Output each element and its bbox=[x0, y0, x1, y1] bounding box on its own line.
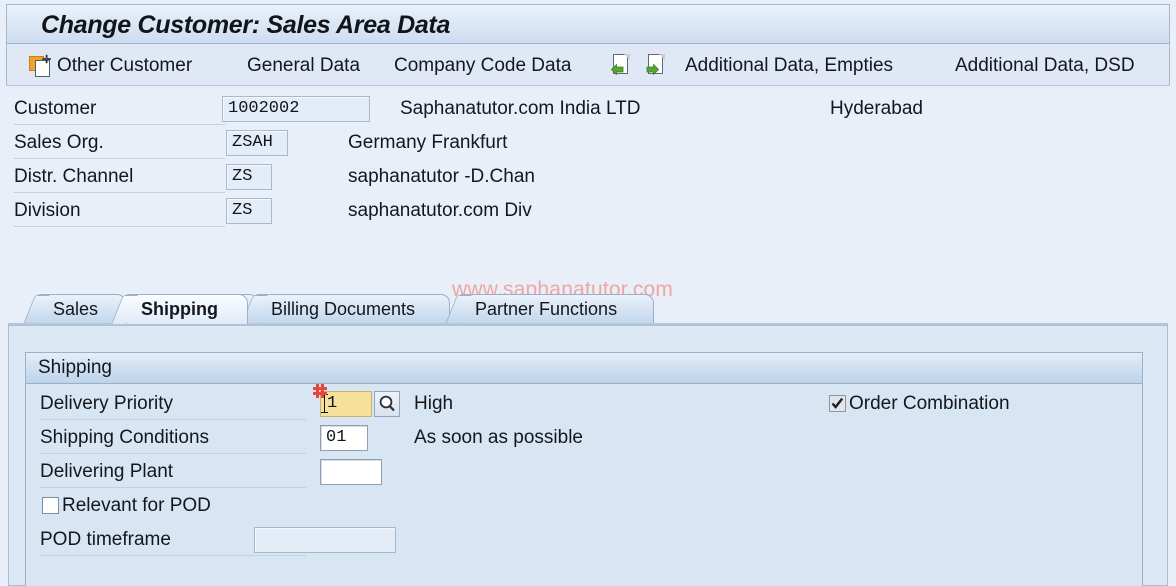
label-customer: Customer bbox=[14, 98, 97, 119]
distribution-channel-field[interactable]: ZS bbox=[226, 164, 272, 190]
label-distr-channel: Distr. Channel bbox=[14, 166, 134, 187]
toolbar-button-other-customer[interactable]: ✛ Other Customer bbox=[29, 44, 192, 86]
tab-label-shipping: Shipping bbox=[141, 299, 218, 319]
toolbar-label-company-code-data: Company Code Data bbox=[394, 54, 572, 76]
label-underline bbox=[14, 124, 225, 125]
label-underline bbox=[40, 555, 306, 556]
row-shipping-conditions: Shipping Conditions 01 As soon as possib… bbox=[26, 421, 1142, 455]
label-delivering-plant: Delivering Plant bbox=[40, 461, 174, 482]
relevant-for-pod-checkbox[interactable] bbox=[42, 497, 59, 514]
delivering-plant-input[interactable] bbox=[320, 459, 382, 485]
row-delivering-plant: Delivering Plant bbox=[26, 455, 1142, 489]
header-row-division: Division ZS saphanatutor.com Div bbox=[0, 194, 1176, 228]
toolbar-button-additional-data-dsd[interactable]: Additional Data, DSD bbox=[955, 44, 1135, 86]
sales-org-field[interactable]: ZSAH bbox=[226, 130, 288, 156]
arrow-left-glyph bbox=[611, 64, 624, 75]
shipping-conditions-description: As soon as possible bbox=[414, 427, 583, 448]
sap-screen: Change Customer: Sales Area Data ✛ Other… bbox=[0, 0, 1176, 586]
label-sales-org: Sales Org. bbox=[14, 132, 104, 153]
customer-name-text: Saphanatutor.com India LTD bbox=[400, 98, 641, 119]
label-shipping-conditions: Shipping Conditions bbox=[40, 427, 210, 448]
page-next-icon bbox=[646, 53, 668, 77]
label-underline bbox=[14, 226, 225, 227]
division-field[interactable]: ZS bbox=[226, 198, 272, 224]
other-customer-icon: ✛ bbox=[29, 54, 51, 77]
application-toolbar: ✛ Other Customer General Data Company Co… bbox=[6, 44, 1170, 86]
tab-shipping[interactable]: Shipping bbox=[126, 294, 248, 324]
header-row-sales-org: Sales Org. ZSAH Germany Frankfurt bbox=[0, 126, 1176, 160]
label-relevant-for-pod: Relevant for POD bbox=[62, 495, 211, 516]
pod-timeframe-input[interactable] bbox=[254, 527, 396, 553]
toolbar-label-additional-data-empties: Additional Data, Empties bbox=[685, 54, 894, 76]
window-title-bar: Change Customer: Sales Area Data bbox=[6, 4, 1170, 44]
tab-label-sales: Sales bbox=[53, 299, 99, 319]
toolbar-label-additional-data-dsd: Additional Data, DSD bbox=[955, 54, 1135, 76]
sales-org-description: Germany Frankfurt bbox=[348, 132, 508, 153]
order-combination-checkbox[interactable] bbox=[829, 395, 846, 412]
shipping-group-title: Shipping bbox=[38, 357, 112, 378]
page-title: Change Customer: Sales Area Data bbox=[41, 11, 451, 39]
header-row-customer: Customer 1002002 Saphanatutor.com India … bbox=[0, 92, 1176, 126]
toolbar-label-other-customer: Other Customer bbox=[57, 54, 193, 76]
toolbar-button-next-page[interactable] bbox=[646, 44, 668, 86]
row-relevant-for-pod: Relevant for POD bbox=[26, 489, 1142, 523]
division-description: saphanatutor.com Div bbox=[348, 200, 532, 221]
tab-label-partner-functions: Partner Functions bbox=[475, 299, 618, 319]
arrow-right-glyph bbox=[646, 64, 659, 75]
customer-city-text: Hyderabad bbox=[830, 98, 923, 119]
label-underline bbox=[14, 158, 225, 159]
checkmark-icon bbox=[831, 397, 844, 409]
label-order-combination: Order Combination bbox=[849, 393, 1010, 414]
label-division: Division bbox=[14, 200, 81, 221]
tab-partner-functions[interactable]: Partner Functions bbox=[460, 294, 654, 324]
customer-number-field[interactable]: 1002002 bbox=[222, 96, 370, 122]
label-underline bbox=[14, 192, 225, 193]
page-previous-icon bbox=[611, 53, 633, 77]
row-pod-timeframe: POD timeframe bbox=[26, 523, 1142, 557]
customer-header-block: Customer 1002002 Saphanatutor.com India … bbox=[0, 92, 1176, 228]
toolbar-button-company-code-data[interactable]: Company Code Data bbox=[394, 44, 571, 86]
tab-billing-documents[interactable]: Billing Documents bbox=[256, 294, 450, 324]
label-pod-timeframe: POD timeframe bbox=[40, 529, 171, 550]
label-underline bbox=[40, 453, 306, 454]
distribution-channel-description: saphanatutor -D.Chan bbox=[348, 166, 535, 187]
toolbar-label-general-data: General Data bbox=[247, 54, 361, 76]
label-underline bbox=[40, 487, 306, 488]
toolbar-button-previous-page[interactable] bbox=[611, 44, 633, 86]
shipping-conditions-input[interactable]: 01 bbox=[320, 425, 368, 451]
tab-label-billing-documents: Billing Documents bbox=[271, 299, 416, 319]
header-row-distribution-channel: Distr. Channel ZS saphanatutor -D.Chan bbox=[0, 160, 1176, 194]
shipping-group-header: Shipping bbox=[26, 353, 1142, 384]
toolbar-button-additional-data-empties[interactable]: Additional Data, Empties bbox=[685, 44, 893, 86]
row-order-combination: Order Combination bbox=[26, 387, 1142, 421]
toolbar-button-general-data[interactable]: General Data bbox=[247, 44, 360, 86]
shipping-group-box: Shipping Delivery Priority 1 High Shippi… bbox=[25, 352, 1143, 586]
